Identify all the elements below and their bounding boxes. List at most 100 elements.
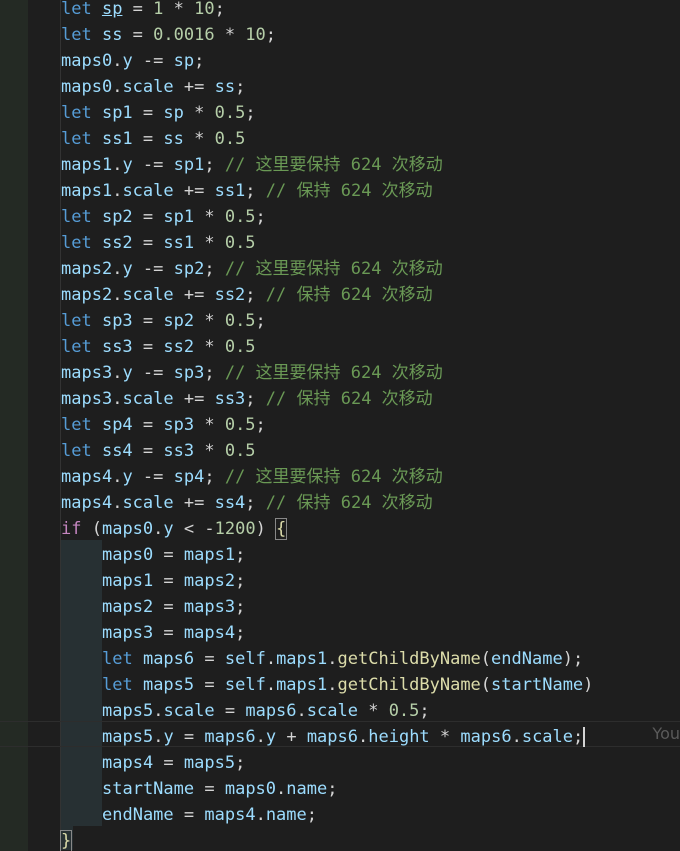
inline-blame-hint: You: [652, 724, 680, 743]
operator-token: =: [132, 207, 164, 227]
code-line[interactable]: maps4.y -= sp4; // 这里要保持 624 次移动: [61, 464, 443, 490]
identifier-token: startName: [102, 779, 195, 799]
identifier-token: scale: [122, 493, 174, 513]
code-line[interactable]: let sp3 = sp2 * 0.5;: [61, 308, 266, 334]
code-editor[interactable]: let sp = 1 * 10; let ss = 0.0016 * 10; map…: [0, 0, 680, 851]
code-line[interactable]: maps2.y -= sp2; // 这里要保持 624 次移动: [61, 256, 443, 282]
identifier-token: maps6: [245, 701, 297, 721]
operator-token: =: [132, 441, 164, 461]
code-line[interactable]: let ss = 0.0016 * 10;: [61, 22, 276, 48]
code-line[interactable]: let sp4 = sp3 * 0.5;: [61, 412, 266, 438]
code-line[interactable]: maps4.scale += ss4; // 保持 624 次移动: [61, 490, 433, 516]
code-line[interactable]: }: [59, 828, 73, 851]
operator-token: .: [358, 727, 369, 747]
operator-token: *: [357, 701, 389, 721]
code-line[interactable]: let sp1 = sp * 0.5;: [61, 100, 256, 126]
keyword-token: let: [102, 649, 143, 669]
code-line[interactable]: maps5.y = maps6.y + maps6.height * maps6…: [61, 724, 586, 750]
comment-token: // 保持 624 次移动: [265, 285, 433, 305]
code-line[interactable]: let ss2 = ss1 * 0.5: [61, 230, 256, 256]
identifier-token: maps4: [61, 467, 113, 487]
operator-token: =: [132, 233, 164, 253]
identifier-token: height: [368, 727, 430, 747]
code-line[interactable]: maps5.scale = maps6.scale * 0.5;: [61, 698, 430, 724]
identifier-token: maps1: [183, 545, 236, 565]
code-line[interactable]: maps4 = maps5;: [61, 750, 245, 776]
keyword-token: let: [61, 25, 102, 45]
code-line[interactable]: let sp2 = sp1 * 0.5;: [61, 204, 266, 230]
code-line[interactable]: let ss3 = ss2 * 0.5: [61, 334, 256, 360]
code-line[interactable]: let sp = 1 * 10;: [61, 0, 225, 22]
operator-token: -=: [132, 467, 174, 487]
identifier-token: sp4: [173, 467, 205, 487]
operator-token: =: [132, 337, 164, 357]
identifier-token: y: [122, 155, 133, 175]
operator-token: =: [153, 753, 184, 773]
code-line[interactable]: maps1.y -= sp1; // 这里要保持 624 次移动: [61, 152, 443, 178]
identifier-token: ss2: [214, 285, 246, 305]
code-line[interactable]: maps1.scale += ss1; // 保持 624 次移动: [61, 178, 433, 204]
code-line[interactable]: if (maps0.y < -1200) {: [61, 516, 288, 542]
identifier-token: maps0: [224, 779, 277, 799]
identifier-token: ss: [101, 25, 123, 45]
identifier-token: y: [163, 727, 174, 747]
operator-token: +=: [173, 285, 215, 305]
operator-token: =: [132, 103, 164, 123]
code-line[interactable]: let ss1 = ss * 0.5: [61, 126, 245, 152]
operator-token: =: [214, 701, 246, 721]
code-line[interactable]: let ss4 = ss3 * 0.5: [61, 438, 256, 464]
code-line[interactable]: maps3.y -= sp3; // 这里要保持 624 次移动: [61, 360, 443, 386]
identifier-token: y: [265, 727, 277, 747]
code-line[interactable]: maps1 = maps2;: [61, 568, 245, 594]
code-line[interactable]: endName = maps4.name;: [61, 802, 317, 828]
operator-token: *: [194, 311, 225, 331]
code-line[interactable]: let maps6 = self.maps1.getChildByName(en…: [61, 646, 583, 672]
identifier-token: endName: [491, 649, 563, 669]
operator-token: +=: [173, 181, 215, 201]
operator-token: .: [327, 675, 338, 695]
identifier-token: sp3: [101, 311, 133, 331]
identifier-token: sp2: [101, 207, 133, 227]
comment-token: // 这里要保持 624 次移动: [224, 259, 443, 279]
operator-token: *: [183, 103, 215, 123]
operator-token: ): [255, 519, 277, 539]
operator-token: *: [194, 441, 225, 461]
operator-token: *: [194, 207, 225, 227]
code-line[interactable]: maps0.y -= sp;: [61, 48, 204, 74]
code-line[interactable]: startName = maps0.name;: [61, 776, 337, 802]
identifier-token: ss: [214, 77, 236, 97]
operator-token: ;: [255, 207, 266, 227]
code-line[interactable]: let maps5 = self.maps1.getChildByName(st…: [61, 672, 593, 698]
operator-token: );: [562, 649, 584, 669]
number-token: 10: [245, 25, 266, 45]
operator-token: ;: [245, 285, 266, 305]
operator-token: ;: [235, 571, 246, 591]
code-line[interactable]: maps0.scale += ss;: [61, 74, 245, 100]
operator-token: .: [265, 649, 277, 669]
operator-token: ;: [235, 753, 246, 773]
operator-token: ;: [306, 805, 318, 825]
identifier-token: sp3: [163, 415, 195, 435]
operator-token: =: [153, 571, 184, 591]
code-line[interactable]: maps2 = maps3;: [61, 594, 245, 620]
operator-token: =: [132, 311, 164, 331]
operator-token: *: [194, 337, 225, 357]
brace-token: {: [275, 518, 288, 540]
code-line[interactable]: maps3.scale += ss3; // 保持 624 次移动: [61, 386, 433, 412]
keyword-token: let: [61, 0, 102, 19]
code-line[interactable]: maps3 = maps4;: [61, 620, 245, 646]
comment-token: // 保持 624 次移动: [265, 493, 433, 513]
operator-token: +=: [173, 77, 215, 97]
code-line[interactable]: maps0 = maps1;: [61, 542, 245, 568]
identifier-token: sp1: [173, 155, 205, 175]
operator-token: .: [153, 701, 164, 721]
operator-token: *: [163, 0, 195, 19]
identifier-token: maps1: [276, 675, 328, 695]
identifier-token: sp1: [101, 103, 133, 123]
identifier-token: ss1: [214, 181, 246, 201]
identifier-token: maps3: [61, 389, 113, 409]
identifier-token: maps2: [61, 285, 113, 305]
number-token: 0.5: [224, 311, 256, 331]
identifier-token: sp3: [173, 363, 205, 383]
code-line[interactable]: maps2.scale += ss2; // 保持 624 次移动: [61, 282, 433, 308]
